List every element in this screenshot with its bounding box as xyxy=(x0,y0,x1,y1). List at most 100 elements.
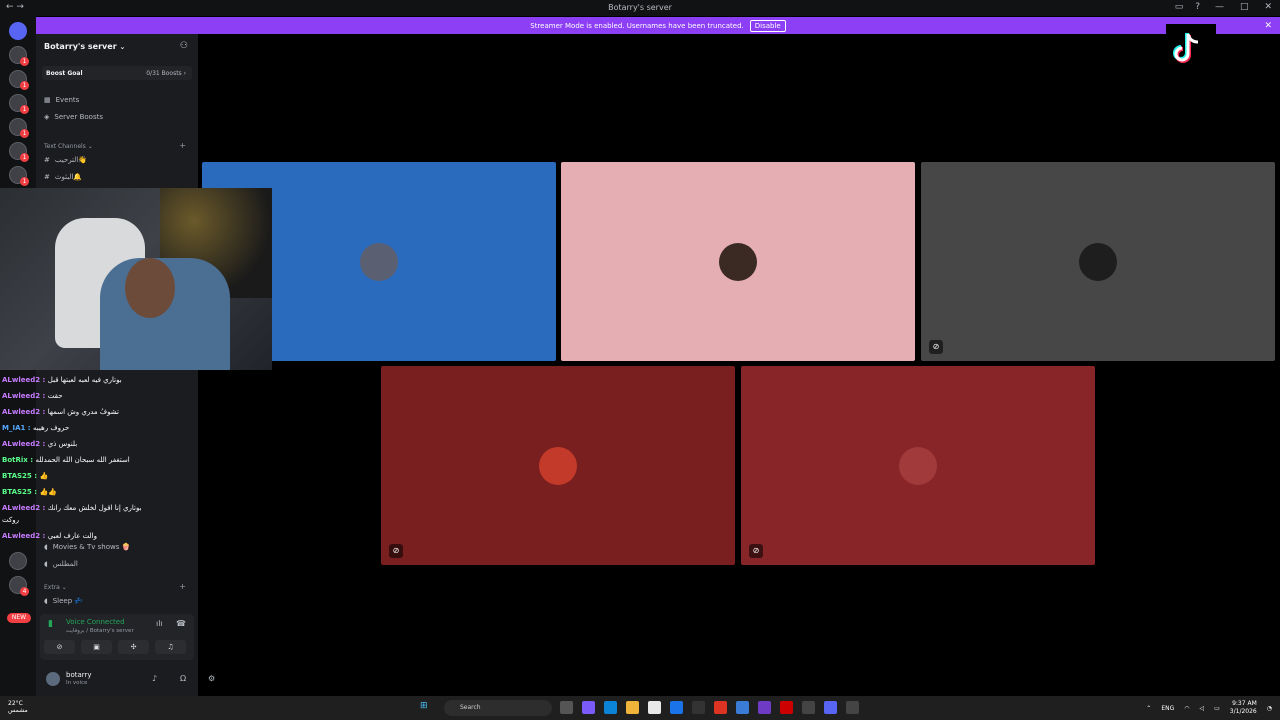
chat-message: ALwleed2 : بوتاري فيه لعبه لعبتها قبل xyxy=(2,376,122,384)
close-banner-icon[interactable]: ✕ xyxy=(1264,21,1272,31)
muted-mic-icon: ⊘ xyxy=(749,544,763,558)
video-off-icon[interactable]: ⊘ xyxy=(44,640,75,654)
mail-icon[interactable] xyxy=(670,701,683,714)
battery-icon[interactable]: ▭ xyxy=(1214,705,1220,712)
channel-streams[interactable]: # البثوث🔔 xyxy=(44,173,82,181)
boost-icon: ◈ xyxy=(44,113,50,121)
wifi-icon[interactable]: ◠ xyxy=(1184,705,1189,712)
activity-icon[interactable]: ✣ xyxy=(118,640,149,654)
voice-status[interactable]: Voice Connected xyxy=(66,618,125,626)
copilot-icon[interactable] xyxy=(582,701,595,714)
close-button[interactable]: ✕ xyxy=(1264,2,1272,12)
chat-username: ALwleed2 : xyxy=(2,392,48,400)
voice-channel-path[interactable]: بروفايت / Botarry's server xyxy=(66,628,134,634)
chat-username: ALwleed2 : xyxy=(2,376,48,384)
obs-icon[interactable] xyxy=(692,701,705,714)
chat-text: 👍 xyxy=(39,472,49,480)
screenshare-icon[interactable]: ▣ xyxy=(81,640,112,654)
chat-message: BotRix : استغفر الله سبحان الله الحمدلله xyxy=(2,456,130,464)
chevron-down-icon: ⌄ xyxy=(119,43,126,51)
server-icon[interactable]: 1 xyxy=(9,166,29,186)
avatar xyxy=(719,242,757,281)
windows-start-icon[interactable]: ⊞ xyxy=(420,701,428,711)
app-icon[interactable] xyxy=(846,701,859,714)
app-icon[interactable] xyxy=(758,701,771,714)
chat-text: استغفر الله سبحان الله الحمدلله xyxy=(35,456,130,464)
sidebar-item-server-boosts[interactable]: ◈ Server Boosts xyxy=(44,113,103,121)
taskbar-search[interactable]: Search xyxy=(444,700,552,716)
window-title: Botarry's server xyxy=(608,3,672,12)
notification-icon[interactable]: ◔ xyxy=(1267,705,1272,712)
app-icon[interactable] xyxy=(802,701,815,714)
add-channel-icon[interactable]: + xyxy=(179,582,186,591)
username[interactable]: botarry xyxy=(66,671,92,679)
chat-username: ALwleed2 : xyxy=(2,408,48,416)
add-channel-icon[interactable]: + xyxy=(179,141,186,150)
chat-text: تشوفُ مدري وش اسمها xyxy=(47,408,119,416)
youtube-icon[interactable] xyxy=(714,701,727,714)
muted-mic-icon: ⊘ xyxy=(389,544,403,558)
clock[interactable]: 9:37 AM 3/1/2026 xyxy=(1230,700,1257,716)
signal-icon: ▮ xyxy=(48,619,53,629)
speaker-icon: ◖ xyxy=(44,560,48,568)
server-header[interactable]: Botarry's server ⌄ xyxy=(44,42,125,51)
maximize-button[interactable]: □ xyxy=(1240,2,1249,12)
weather-widget[interactable]: 22°C مشمس xyxy=(8,700,28,714)
server-icon[interactable]: 1 xyxy=(9,142,29,162)
server-icon[interactable]: 1 xyxy=(9,70,29,90)
user-panel: botarry In voice ♪ Ω ⚙ xyxy=(40,666,215,692)
voice-tile[interactable]: ⊘ xyxy=(921,162,1275,361)
app-icon[interactable] xyxy=(736,701,749,714)
task-view-icon[interactable] xyxy=(560,701,573,714)
chat-message: ALwleed2 : بلنوس ذي xyxy=(2,440,77,448)
server-icon[interactable]: 4 xyxy=(9,576,29,596)
boost-goal[interactable]: Boost Goal 0/31 Boosts › xyxy=(42,66,192,80)
server-icon[interactable]: 1 xyxy=(9,46,29,66)
voice-tile[interactable]: ⊘ xyxy=(381,366,735,565)
voice-channel-talk[interactable]: ◖ المطلس xyxy=(44,560,78,568)
disable-streamer-button[interactable]: Disable xyxy=(749,19,786,32)
discord-taskbar-icon[interactable] xyxy=(824,701,837,714)
streamer-mode-banner: Streamer Mode is enabled. Usernames have… xyxy=(36,17,1280,34)
discord-home-icon[interactable] xyxy=(9,22,27,40)
tiktok-logo-icon xyxy=(1166,24,1216,74)
voice-tile[interactable]: ⊘ xyxy=(741,366,1095,565)
server-icon[interactable]: 1 xyxy=(9,94,29,114)
inbox-icon[interactable]: ▭ xyxy=(1175,2,1184,12)
speaker-icon: ◖ xyxy=(44,597,48,605)
boost-goal-progress: 0/31 Boosts › xyxy=(146,70,186,77)
app-icon[interactable] xyxy=(780,701,793,714)
category-extra[interactable]: Extra ⌄ xyxy=(44,584,67,591)
sidebar-item-events[interactable]: ▦ Events xyxy=(44,96,79,104)
minimize-button[interactable]: — xyxy=(1215,2,1224,12)
voice-tile[interactable] xyxy=(561,162,915,361)
server-icon[interactable] xyxy=(9,552,27,570)
store-icon[interactable] xyxy=(648,701,661,714)
channel-welcome[interactable]: # الترحيب👋 xyxy=(44,156,87,164)
category-text-channels[interactable]: Text Channels ⌄ xyxy=(44,143,93,150)
edge-icon[interactable] xyxy=(604,701,617,714)
invite-icon[interactable]: ⚇ xyxy=(180,41,188,51)
chat-text: حروف رهيبه xyxy=(33,424,70,432)
soundboard-icon[interactable]: ♫ xyxy=(155,640,186,654)
avatar[interactable] xyxy=(46,672,60,686)
voice-channel-movies[interactable]: ◖ Movies & Tv shows 🍿 xyxy=(44,543,130,551)
settings-gear-icon[interactable]: ⚙ xyxy=(208,674,215,683)
help-icon[interactable]: ? xyxy=(1195,2,1200,12)
server-icon[interactable]: 1 xyxy=(9,118,29,138)
chevron-up-icon[interactable]: ⌃ xyxy=(1146,705,1151,712)
language-indicator[interactable]: ENG xyxy=(1161,705,1174,712)
chat-message: ALwleed2 : والت عارف لعبي xyxy=(2,532,97,540)
boost-goal-label: Boost Goal xyxy=(46,70,83,77)
avatar xyxy=(360,242,398,281)
microphone-icon[interactable]: ♪ xyxy=(152,674,157,683)
voice-channel-sleep[interactable]: ◖ Sleep 💤 xyxy=(44,597,83,605)
volume-icon[interactable]: ◁ xyxy=(1200,705,1205,712)
disconnect-icon[interactable]: ☎ xyxy=(176,619,186,628)
headphones-icon[interactable]: Ω xyxy=(180,674,186,683)
chat-message: M_IA1 : حروف رهيبه xyxy=(2,424,69,432)
noise-suppression-icon[interactable]: ılı xyxy=(156,619,163,628)
file-explorer-icon[interactable] xyxy=(626,701,639,714)
chat-username: BotRix : xyxy=(2,456,36,464)
chat-username: M_IA1 : xyxy=(2,424,34,432)
